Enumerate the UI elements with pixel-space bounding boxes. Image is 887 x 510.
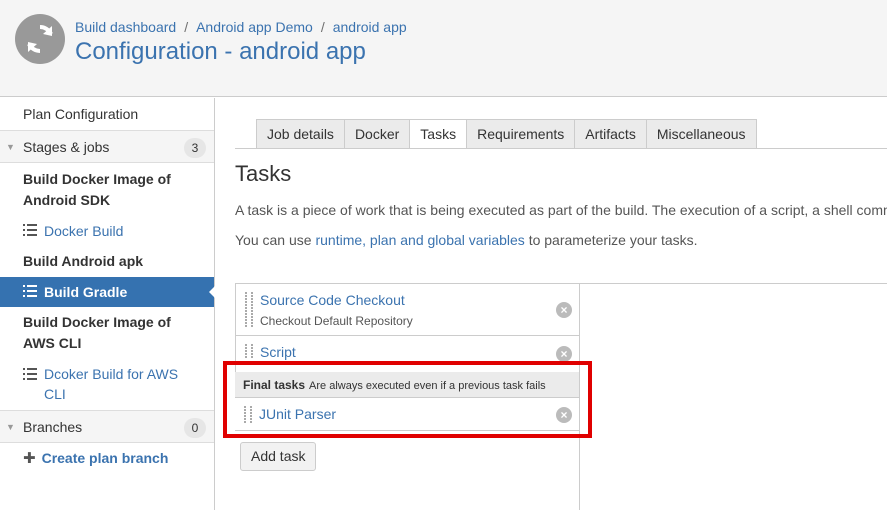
task-name-link[interactable]: Source Code Checkout [260, 292, 405, 308]
stage-title: Build Docker Image of Android SDK [23, 171, 171, 208]
branches-count-badge: 0 [184, 418, 206, 438]
stage-title: Build Docker Image of AWS CLI [23, 314, 171, 351]
sidebar-section-branches[interactable]: ▼ Branches 0 [0, 410, 214, 443]
caret-down-icon: ▼ [6, 422, 15, 432]
hint-text: to parameterize your tasks. [524, 232, 698, 248]
breadcrumb-separator: / [320, 19, 325, 35]
stages-count-badge: 3 [184, 138, 206, 158]
sidebar: Plan Configuration ▼ Stages & jobs 3 Bui… [0, 98, 215, 510]
tab-artifacts[interactable]: Artifacts [574, 119, 646, 149]
hint-text: You can use [235, 232, 316, 248]
drag-handle-icon[interactable] [245, 344, 253, 359]
bamboo-logo-icon [15, 14, 65, 64]
tab-job-details[interactable]: Job details [256, 119, 344, 149]
tab-requirements[interactable]: Requirements [466, 119, 575, 149]
divider [235, 148, 887, 149]
sidebar-job-build-gradle[interactable]: Build Gradle [0, 277, 215, 307]
tab-bar: Job details Docker Tasks Requirements Ar… [256, 119, 757, 149]
tab-tasks[interactable]: Tasks [409, 119, 467, 149]
list-icon [23, 368, 37, 380]
variables-link[interactable]: runtime, plan and global variables [315, 232, 524, 248]
breadcrumb: Build dashboard / Android app Demo / android… [75, 19, 407, 35]
sidebar-job-docker-build[interactable]: Docker Build [23, 221, 203, 241]
breadcrumb-build-dashboard[interactable]: Build dashboard [75, 19, 176, 35]
active-pointer-icon [209, 286, 215, 298]
caret-down-icon: ▼ [6, 142, 15, 152]
variables-hint: You can use runtime, plan and global var… [235, 232, 698, 248]
stage-title: Build Android apk [23, 253, 144, 269]
task-description: Checkout Default Repository [260, 314, 413, 328]
drag-handle-icon[interactable] [245, 292, 253, 328]
task-item[interactable]: Source Code Checkout Checkout Default Re… [235, 284, 579, 336]
job-label: Build Gradle [44, 284, 128, 300]
list-icon [23, 285, 37, 298]
section-label: Stages & jobs [23, 139, 110, 155]
job-label: Dcoker Build for AWS CLI [44, 366, 179, 402]
breadcrumb-separator: / [184, 19, 189, 35]
create-plan-branch-link[interactable]: ✚ Create plan branch [23, 449, 237, 467]
section-heading: Tasks [235, 161, 292, 186]
annotation-highlight-box [223, 361, 592, 438]
tab-docker[interactable]: Docker [343, 119, 410, 149]
list-icon [23, 224, 37, 237]
delete-task-icon[interactable]: × [556, 302, 572, 318]
breadcrumb-plan[interactable]: android app [333, 19, 407, 35]
add-task-button[interactable]: Add task [240, 442, 317, 471]
tab-miscellaneous[interactable]: Miscellaneous [645, 119, 757, 149]
sidebar-plan-configuration[interactable]: Plan Configuration [0, 98, 214, 131]
create-branch-label: Create plan branch [41, 450, 169, 466]
tasks-description: A task is a piece of work that is being … [235, 202, 887, 218]
page-title: Configuration - android app [75, 38, 366, 65]
sidebar-job-aws-cli[interactable]: Dcoker Build for AWS CLI [23, 364, 203, 404]
section-label: Branches [23, 419, 83, 435]
plus-icon: ✚ [23, 450, 36, 467]
breadcrumb-project[interactable]: Android app Demo [196, 19, 313, 35]
task-name-link[interactable]: Script [260, 344, 296, 360]
delete-task-icon[interactable]: × [556, 346, 572, 362]
job-label: Docker Build [44, 223, 124, 239]
sidebar-section-stages[interactable]: ▼ Stages & jobs 3 [0, 130, 214, 163]
page-header: Build dashboard / Android app Demo / android… [0, 0, 887, 97]
